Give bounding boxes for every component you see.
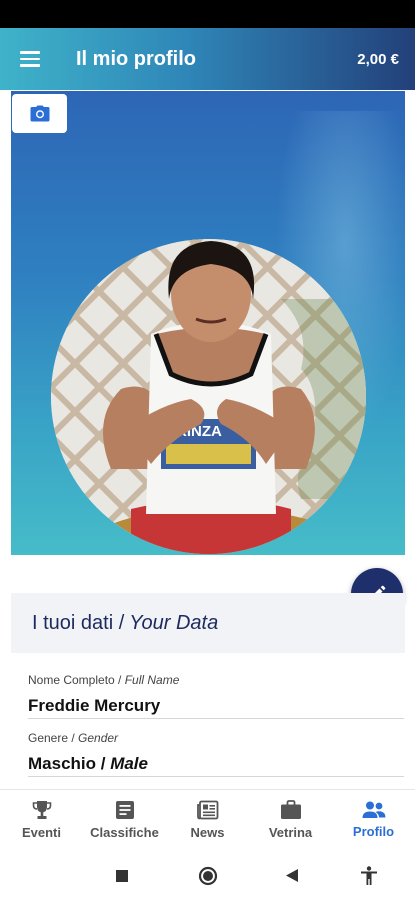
full-name-label: Nome Completo / Full Name — [28, 673, 180, 687]
avatar[interactable]: RINZA — [51, 239, 366, 554]
divider — [28, 718, 404, 719]
circle-icon — [198, 866, 218, 886]
back-triangle-icon — [286, 869, 298, 882]
full-name-value: Freddie Mercury — [28, 696, 161, 715]
recents-button[interactable] — [115, 869, 129, 888]
list-icon — [115, 801, 134, 819]
section-title-en: Your Data — [129, 611, 219, 634]
gender-label: Genere / Gender — [28, 731, 119, 745]
gender-field: Genere / Gender Maschio / Male — [28, 731, 404, 774]
square-icon — [116, 870, 128, 882]
full-name-field: Nome Completo / Full Name Freddie Mercur… — [28, 673, 404, 716]
accessibility-icon — [361, 866, 377, 885]
balance-amount[interactable]: 2,00 € — [357, 51, 399, 68]
nav-item-classifiche[interactable]: Classifiche — [83, 790, 166, 850]
nav-item-vetrina[interactable]: Vetrina — [249, 790, 332, 850]
back-button[interactable] — [285, 868, 299, 888]
trophy-icon — [32, 801, 51, 819]
newspaper-icon — [196, 800, 218, 820]
briefcase-icon — [280, 800, 301, 819]
change-cover-button[interactable] — [12, 94, 67, 133]
bottom-navigation: Eventi Classifiche News Vetrina Profilo — [0, 789, 415, 850]
page-title: Il mio profilo — [76, 47, 196, 70]
divider — [28, 776, 404, 777]
section-title-it: I tuoi dati / — [32, 611, 125, 634]
avatar-photo: RINZA — [51, 239, 366, 554]
nav-item-eventi[interactable]: Eventi — [0, 790, 83, 850]
hamburger-menu-icon[interactable] — [10, 39, 50, 79]
gender-value: Maschio / Male — [28, 754, 148, 773]
app-bar: Il mio profilo 2,00 € — [0, 28, 415, 90]
home-button[interactable] — [198, 866, 218, 891]
accessibility-button[interactable] — [360, 866, 378, 891]
your-data-header: I tuoi dati / Your Data — [11, 593, 405, 653]
nav-item-news[interactable]: News — [166, 790, 249, 850]
people-icon — [362, 801, 385, 818]
nav-item-profilo[interactable]: Profilo — [332, 790, 415, 850]
camera-icon — [30, 105, 49, 122]
system-navigation-bar — [0, 851, 415, 900]
status-bar — [0, 0, 415, 28]
